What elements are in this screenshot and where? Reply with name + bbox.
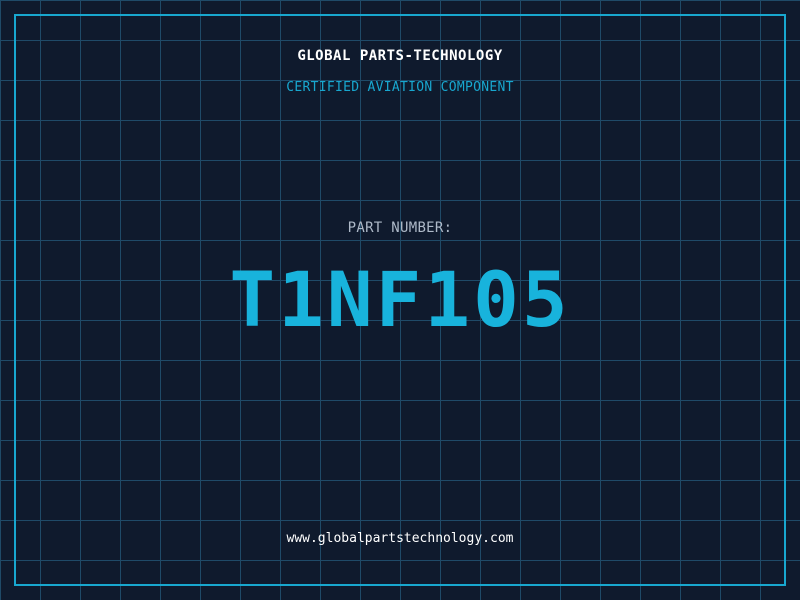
certification-subtitle: CERTIFIED AVIATION COMPONENT — [286, 80, 514, 95]
part-card: GLOBAL PARTS-TECHNOLOGY CERTIFIED AVIATI… — [0, 0, 800, 600]
part-number-label: PART NUMBER: — [347, 220, 453, 236]
website-url: www.globalpartstechnology.com — [286, 531, 514, 546]
part-number-value: T1NF105 — [229, 255, 571, 344]
company-name: GLOBAL PARTS-TECHNOLOGY — [297, 48, 503, 64]
